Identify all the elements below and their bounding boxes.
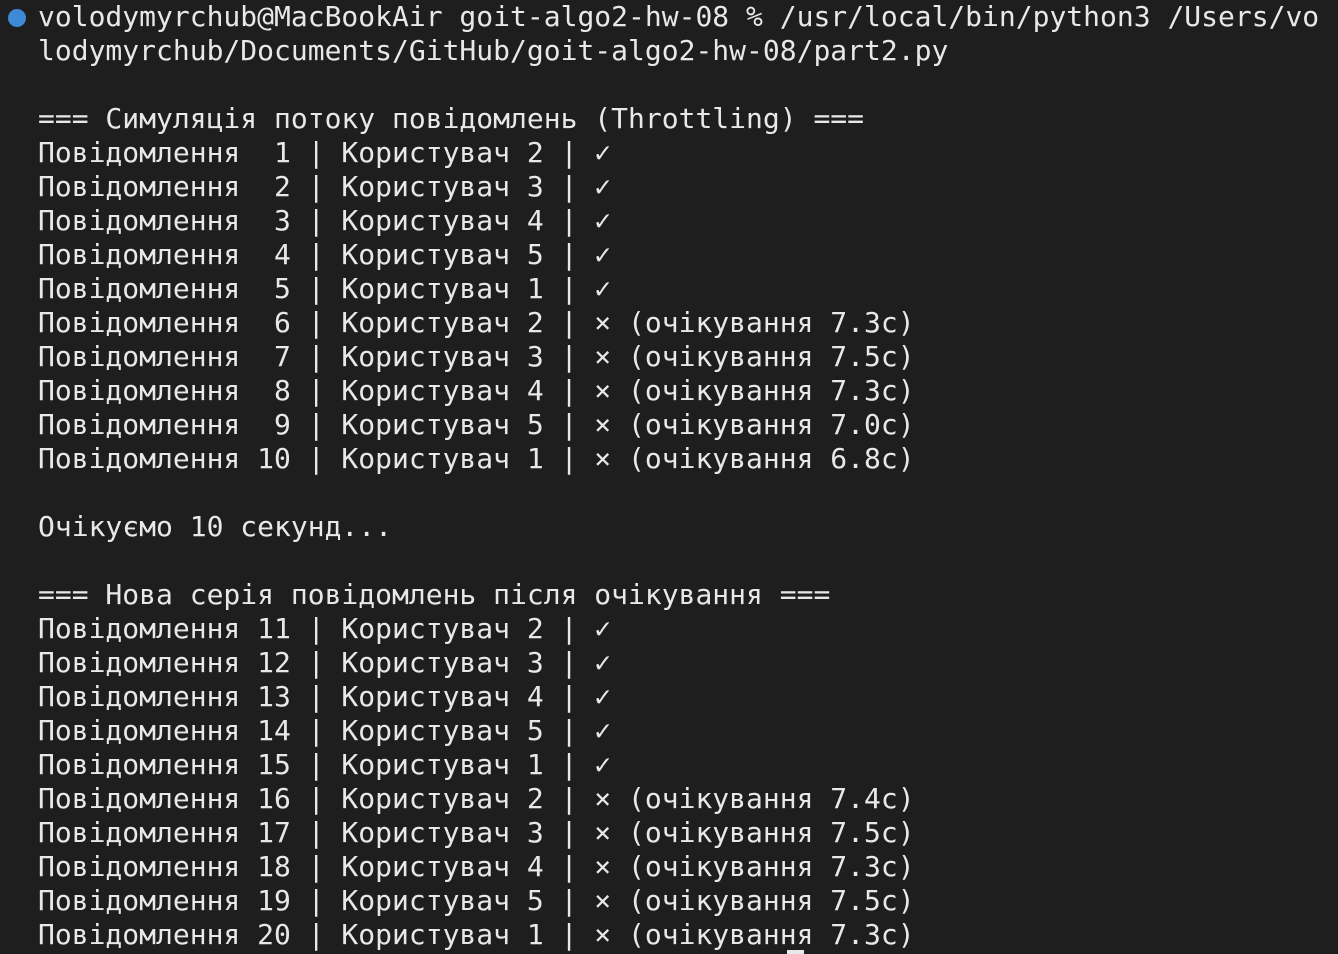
output-line: Повідомлення 6 | Користувач 2 | × (очіку… xyxy=(38,306,915,339)
output-line: Повідомлення 20 | Користувач 1 | × (очік… xyxy=(38,918,915,951)
prompt-status-indicator xyxy=(8,9,26,27)
terminal-output[interactable]: volodymyrchub@MacBookAir goit-algo2-hw-0… xyxy=(0,0,1338,954)
command-line-wrap: lodymyrchub/Documents/GitHub/goit-algo2-… xyxy=(38,34,949,67)
output-line: Повідомлення 5 | Користувач 1 | ✓ xyxy=(38,272,612,305)
wait-message: Очікуємо 10 секунд... xyxy=(38,510,393,543)
output-line: Повідомлення 12 | Користувач 3 | ✓ xyxy=(38,646,612,679)
text-cursor xyxy=(787,950,804,954)
output-line: Повідомлення 8 | Користувач 4 | × (очіку… xyxy=(38,374,915,407)
output-line: Повідомлення 3 | Користувач 4 | ✓ xyxy=(38,204,612,237)
output-line: Повідомлення 15 | Користувач 1 | ✓ xyxy=(38,748,612,781)
command-line: volodymyrchub@MacBookAir goit-algo2-hw-0… xyxy=(38,0,1320,33)
output-line: Повідомлення 7 | Користувач 3 | × (очіку… xyxy=(38,340,915,373)
output-line: Повідомлення 19 | Користувач 5 | × (очік… xyxy=(38,884,915,917)
output-line: Повідомлення 2 | Користувач 3 | ✓ xyxy=(38,170,612,203)
output-line: Повідомлення 17 | Користувач 3 | × (очік… xyxy=(38,816,915,849)
output-line: Повідомлення 11 | Користувач 2 | ✓ xyxy=(38,612,612,645)
output-line: Повідомлення 10 | Користувач 1 | × (очік… xyxy=(38,442,915,475)
output-line: Повідомлення 16 | Користувач 2 | × (очік… xyxy=(38,782,915,815)
section-header-new-series: === Нова серія повідомлень після очікува… xyxy=(38,578,831,611)
output-line: Повідомлення 13 | Користувач 4 | ✓ xyxy=(38,680,612,713)
output-line: Повідомлення 9 | Користувач 5 | × (очіку… xyxy=(38,408,915,441)
output-line: Повідомлення 1 | Користувач 2 | ✓ xyxy=(38,136,612,169)
output-line: Повідомлення 14 | Користувач 5 | ✓ xyxy=(38,714,612,747)
section-header-throttling: === Симуляція потоку повідомлень (Thrott… xyxy=(38,102,865,135)
output-line: Повідомлення 4 | Користувач 5 | ✓ xyxy=(38,238,612,271)
output-line: Повідомлення 18 | Користувач 4 | × (очік… xyxy=(38,850,915,883)
